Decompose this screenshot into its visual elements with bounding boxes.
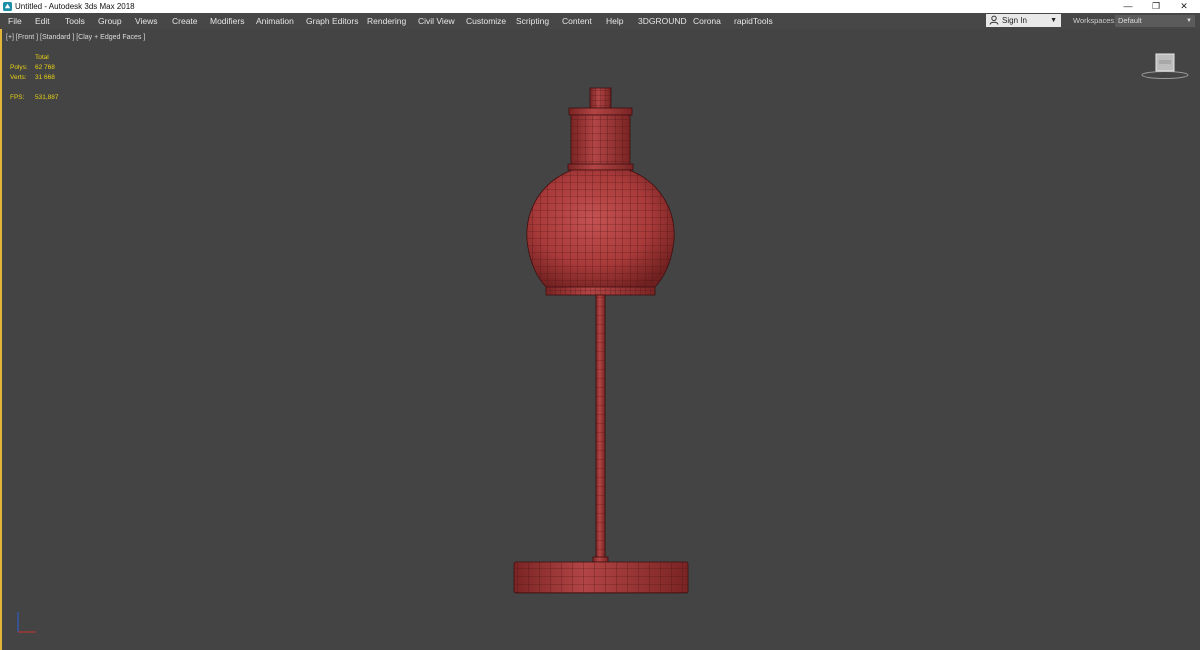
lamp-stem (595, 294, 606, 560)
lamp-shade-rim (545, 286, 656, 296)
lamp-model[interactable] (0, 0, 1200, 650)
lamp-top-knob (589, 87, 612, 109)
lamp-base (513, 561, 689, 594)
axis-tripod-icon (17, 612, 36, 633)
lamp-cap (570, 114, 631, 166)
lamp-shade (526, 169, 675, 289)
lamp-cap-ring (568, 107, 633, 116)
lamp-neck-ring (567, 163, 634, 171)
lamp-stem-joint (592, 556, 609, 563)
